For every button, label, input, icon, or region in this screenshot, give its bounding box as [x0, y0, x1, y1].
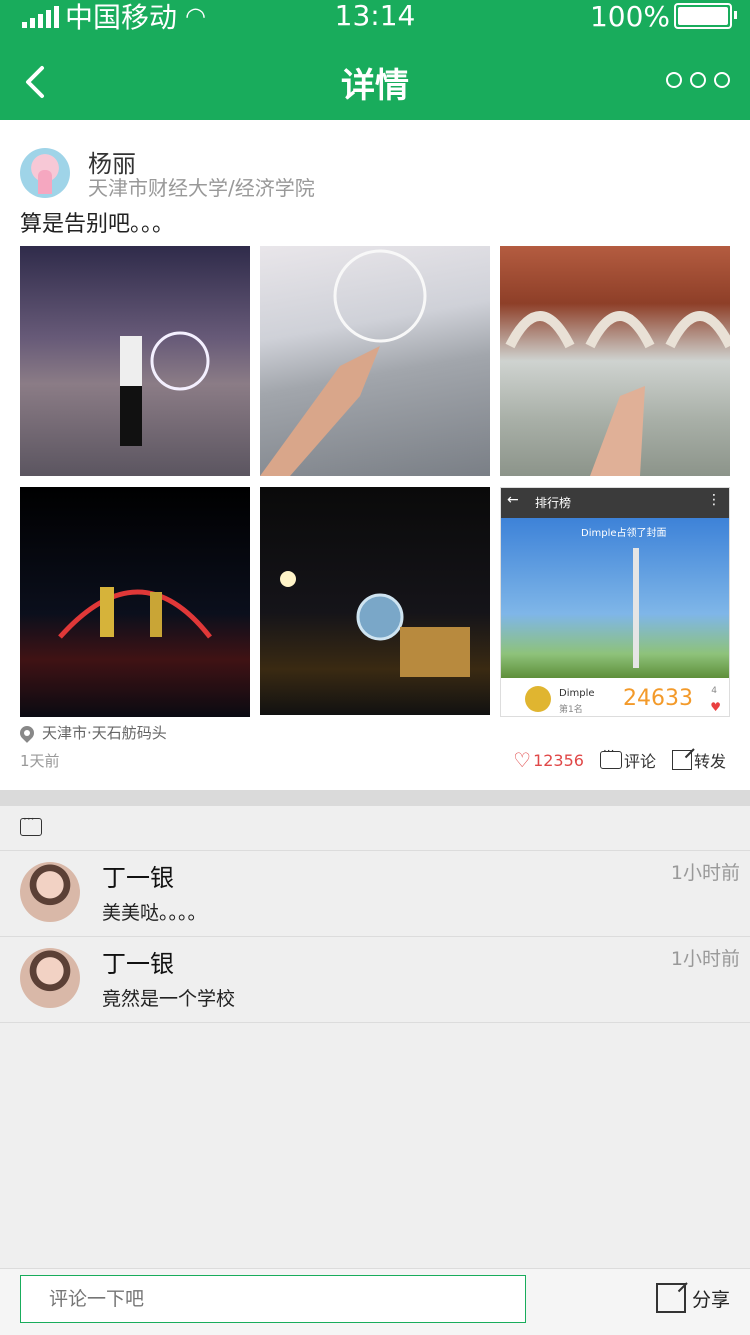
commenter-avatar[interactable]: [20, 862, 80, 922]
status-bar: 中国移动 ◠ 13:14 100%: [0, 0, 750, 34]
bottom-bar: 分享: [0, 1268, 750, 1335]
embedded-user-rank: 第1名: [559, 705, 583, 715]
comment-text: 竟然是一个学校: [102, 988, 236, 1010]
comment-item[interactable]: 丁一银 1小时前 竟然是一个学校: [0, 936, 750, 1023]
lit-bridge-image: [58, 587, 212, 639]
ferris-wheel-image: [120, 331, 210, 446]
share-button[interactable]: 分享: [655, 1283, 730, 1313]
more-dot-icon: [690, 72, 706, 88]
embedded-sky-image: Dimple占领了封面: [501, 518, 729, 678]
forward-icon: [671, 750, 692, 770]
post-photo-3[interactable]: [500, 246, 730, 476]
more-button[interactable]: [666, 72, 730, 88]
post-photo-4[interactable]: [20, 487, 250, 717]
hand-ferris-wheel-image: [260, 249, 427, 476]
embedded-score: 24633: [623, 686, 693, 711]
comment-time: 1小时前: [670, 862, 740, 884]
heart-icon: ♥: [710, 700, 721, 714]
location[interactable]: 天津市·天石舫码头: [17, 722, 167, 743]
campus-arches-image: [505, 311, 730, 476]
like-button[interactable]: ♡ 12356: [513, 748, 584, 772]
comment-input[interactable]: [20, 1275, 526, 1323]
commenter-name[interactable]: 丁一银: [102, 858, 174, 893]
author-school: 天津市财经大学/经济学院: [88, 176, 315, 200]
embedded-user-name: Dimple: [559, 688, 595, 699]
embedded-likes: 4: [711, 686, 717, 696]
location-pin-icon: [17, 722, 37, 743]
embedded-app-title: 排行榜: [535, 496, 572, 510]
page-title: 详情: [341, 66, 409, 106]
comments-header: [0, 806, 750, 851]
kebab-icon: ⋮: [707, 492, 721, 508]
forward-button[interactable]: 转发: [671, 748, 726, 772]
section-divider: [0, 790, 750, 806]
post-content: 算是告别吧。。。: [20, 212, 175, 237]
tower-shape: [633, 548, 639, 668]
back-arrow-icon: ←: [507, 492, 519, 508]
like-count: 12356: [533, 750, 584, 770]
share-label: 分享: [691, 1288, 730, 1311]
comment-icon: [599, 744, 622, 769]
battery: 100%: [589, 0, 737, 33]
clock-tower-image: [280, 571, 470, 677]
comment-label: 评论: [623, 752, 656, 771]
forward-label: 转发: [693, 752, 726, 771]
post-time: 1天前: [20, 752, 60, 770]
location-label: 天津市·天石舫码头: [42, 724, 167, 742]
comment-icon: [20, 812, 42, 836]
more-dot-icon: [714, 72, 730, 88]
commenter-avatar[interactable]: [20, 948, 80, 1008]
heart-outline-icon: ♡: [513, 748, 532, 772]
comment-item[interactable]: 丁一银 1小时前 美美哒。。。。: [0, 850, 750, 937]
commenter-name[interactable]: 丁一银: [102, 944, 174, 979]
battery-icon: [674, 3, 737, 29]
post-photo-6[interactable]: ← 排行榜 ⋮ Dimple占领了封面 Dimple 第1名 24633 4 ♥: [500, 487, 730, 717]
post-photo-1[interactable]: [20, 246, 250, 476]
embedded-banner: Dimple占领了封面: [581, 528, 667, 539]
post-photo-2[interactable]: [260, 246, 490, 476]
header: 中国移动 ◠ 13:14 100% 详情: [0, 0, 750, 120]
comment-time: 1小时前: [670, 948, 740, 970]
more-dot-icon: [666, 72, 682, 88]
post-photo-5[interactable]: [260, 487, 490, 715]
post-actions: ♡ 12356 评论 转发: [513, 744, 726, 772]
author-avatar[interactable]: [20, 148, 70, 198]
battery-label: 100%: [589, 0, 670, 33]
share-icon: [655, 1283, 686, 1313]
navbar: 详情: [0, 42, 750, 122]
comment-button[interactable]: 评论: [599, 744, 656, 772]
post-card: 杨丽 天津市财经大学/经济学院 算是告别吧。。。 ← 排行榜 ⋮ Dimple占…: [0, 120, 750, 790]
embedded-app-topbar: ← 排行榜 ⋮: [501, 488, 729, 518]
comment-text: 美美哒。。。。: [102, 902, 207, 924]
embedded-user-avatar: [525, 686, 551, 712]
